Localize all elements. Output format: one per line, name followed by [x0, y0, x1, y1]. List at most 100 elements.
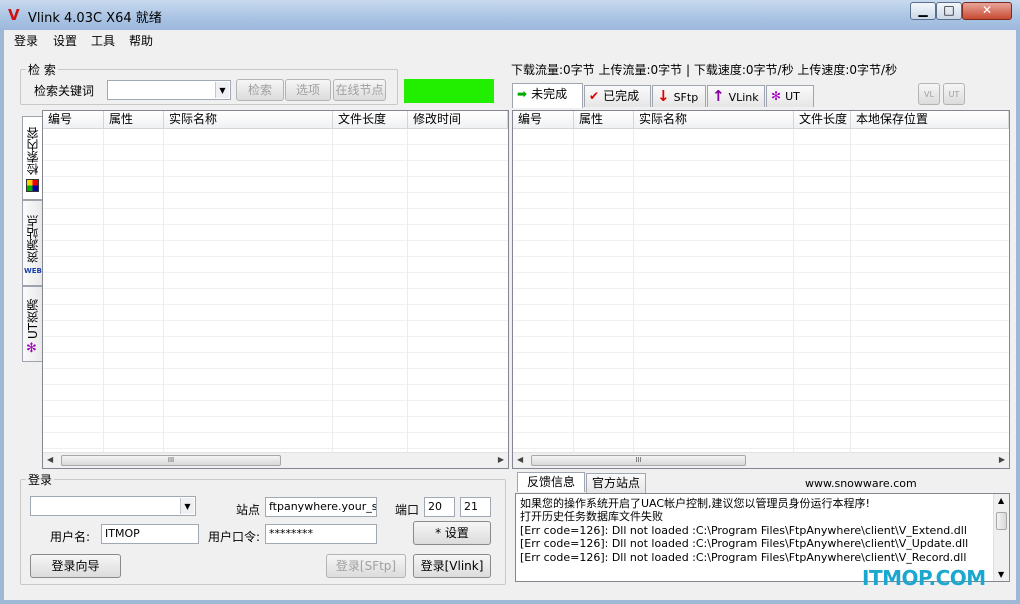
tab-completed[interactable]: ✔ 已完成 [584, 85, 651, 107]
port2-input[interactable]: 21 [460, 497, 491, 517]
password-input[interactable]: ******** [265, 524, 377, 544]
tab-incomplete-label: 未完成 [531, 87, 568, 101]
tab-feedback[interactable]: 反馈信息 [517, 472, 585, 492]
menu-help[interactable]: 帮助 [129, 32, 153, 49]
scroll-right-icon[interactable]: ▶ [498, 455, 504, 464]
col-header-name[interactable]: 实际名称 [634, 111, 794, 129]
tab-completed-label: 已完成 [603, 89, 640, 103]
site-label: 站点 [236, 503, 261, 517]
scroll-left-icon[interactable]: ◀ [517, 455, 523, 464]
transfer-table[interactable]: 编号 属性 实际名称 文件长度 本地保存位置 ◀ III ▶ [512, 110, 1010, 469]
grid-line [633, 129, 634, 452]
search-results-table[interactable]: 编号 属性 实际名称 文件长度 修改时间 ◀ III ▶ [42, 110, 509, 469]
tab-ut-label: UT [785, 90, 800, 103]
window-title: Vlink 4.03C X64 就绪 [28, 11, 162, 26]
login-sftp-button[interactable]: 登录[SFtp] [326, 554, 406, 578]
tab-ut[interactable]: ✻ UT [766, 85, 814, 107]
menu-tools[interactable]: 工具 [91, 32, 115, 49]
scroll-right-icon[interactable]: ▶ [999, 455, 1005, 464]
col-header-id[interactable]: 编号 [513, 111, 574, 129]
col-header-save-location[interactable]: 本地保存位置 [851, 111, 1009, 129]
online-nodes-button[interactable]: 在线节点 [333, 79, 386, 101]
col-header-name[interactable]: 实际名称 [164, 111, 333, 129]
col-header-id[interactable]: 编号 [43, 111, 104, 129]
login-vlink-button[interactable]: 登录[Vlink] [413, 554, 491, 578]
password-label: 用户口令: [208, 530, 261, 544]
port1-input[interactable]: 20 [424, 497, 455, 517]
scroll-thumb[interactable] [996, 512, 1007, 530]
arrow-right-icon: ➡ [517, 87, 528, 101]
up-ut-icon[interactable]: UT [943, 83, 965, 105]
login-profile-combobox[interactable]: ▼ [30, 496, 196, 516]
search-table-body[interactable] [43, 129, 508, 452]
transfer-stats: 下载流量:0字节 上传流量:0字节 | 下载速度:0字节/秒 上传速度:0字节/… [511, 63, 898, 77]
transfer-table-hscrollbar[interactable]: ◀ III ▶ [513, 452, 1009, 468]
ut-icon: ✻ [771, 89, 782, 103]
log-line: [Err code=126]: Dll not loaded :C:\Progr… [520, 551, 967, 564]
tab-search-content-label: 检索内容 [26, 127, 40, 175]
grid-line [793, 129, 794, 452]
grid-line [407, 129, 408, 452]
grid-line [850, 129, 851, 452]
col-header-modified[interactable]: 修改时间 [408, 111, 508, 129]
tab-ut-resources[interactable]: UT资源 ✻ [22, 286, 42, 362]
arrow-down-icon: ↓ [657, 87, 670, 105]
log-line: 如果您的操作系统开启了UAC帐户控制,建议您以管理员身份运行本程序! [520, 497, 870, 510]
search-table-hscrollbar[interactable]: ◀ III ▶ [43, 452, 508, 468]
col-header-size[interactable]: 文件长度 [794, 111, 851, 129]
chevron-down-icon[interactable]: ▼ [215, 82, 229, 98]
tab-official-site[interactable]: 官方站点 [586, 473, 646, 493]
official-site-url[interactable]: www.snowware.com [805, 477, 917, 490]
watermark: ITMOP.COM [862, 566, 986, 590]
tab-vlink[interactable]: ↑ VLink [707, 85, 765, 107]
tab-search-content[interactable]: 检索内容 [22, 116, 42, 200]
feedback-vscrollbar[interactable]: ▲ ▼ [993, 494, 1009, 581]
up-vlink-icon[interactable]: VL [918, 83, 940, 105]
tab-sftp[interactable]: ↓ SFtp [652, 85, 706, 107]
search-button[interactable]: 检索 [236, 79, 284, 101]
keyword-combobox[interactable]: ▼ [107, 80, 231, 100]
close-button[interactable]: ✕ [962, 2, 1012, 20]
scroll-up-icon[interactable]: ▲ [998, 496, 1004, 505]
col-header-attr[interactable]: 属性 [574, 111, 634, 129]
transfer-table-body[interactable] [513, 129, 1009, 452]
username-input[interactable]: ITMOP [101, 524, 199, 544]
scroll-down-icon[interactable]: ▼ [998, 570, 1004, 579]
app-logo: V [8, 6, 20, 24]
scroll-thumb[interactable]: III [531, 455, 746, 466]
arrow-up-icon: ↑ [712, 87, 725, 105]
tab-resource-sites-label: 资源站点 [26, 215, 40, 263]
options-button[interactable]: 选项 [285, 79, 331, 101]
grid-line [103, 129, 104, 452]
menu-settings[interactable]: 设置 [53, 32, 77, 49]
connection-status-indicator [404, 79, 494, 103]
settings-button[interactable]: * 设置 [413, 521, 491, 545]
login-group-label: 登录 [26, 471, 55, 488]
menu-bar [4, 30, 1016, 50]
palette-icon [26, 179, 39, 192]
chevron-down-icon[interactable]: ▼ [180, 498, 194, 514]
grid-line [332, 129, 333, 452]
tab-sftp-label: SFtp [673, 91, 699, 104]
tab-incomplete[interactable]: ➡ 未完成 [512, 83, 583, 108]
port-label: 端口 [395, 503, 420, 517]
keyword-label: 检索关键词 [34, 84, 95, 98]
log-line: 打开历史任务数据库文件失败 [520, 510, 663, 523]
minimize-button[interactable]: ▁ [910, 2, 936, 20]
menu-login[interactable]: 登录 [14, 32, 38, 49]
col-header-size[interactable]: 文件长度 [333, 111, 408, 129]
scroll-thumb[interactable]: III [61, 455, 281, 466]
tab-resource-sites[interactable]: 资源站点 WEB [22, 200, 42, 286]
search-table-header: 编号 属性 实际名称 文件长度 修改时间 [43, 111, 508, 129]
scroll-left-icon[interactable]: ◀ [47, 455, 53, 464]
log-line: [Err code=126]: Dll not loaded :C:\Progr… [520, 524, 967, 537]
maximize-button[interactable]: □ [936, 2, 962, 20]
grid-line [573, 129, 574, 452]
search-group-label: 检 索 [26, 61, 58, 78]
web-icon: WEB [24, 267, 42, 275]
grid-line [163, 129, 164, 452]
check-icon: ✔ [589, 89, 600, 103]
login-wizard-button[interactable]: 登录向导 [30, 554, 121, 578]
col-header-attr[interactable]: 属性 [104, 111, 164, 129]
site-input[interactable]: ftpanywhere.your_site [265, 497, 377, 517]
